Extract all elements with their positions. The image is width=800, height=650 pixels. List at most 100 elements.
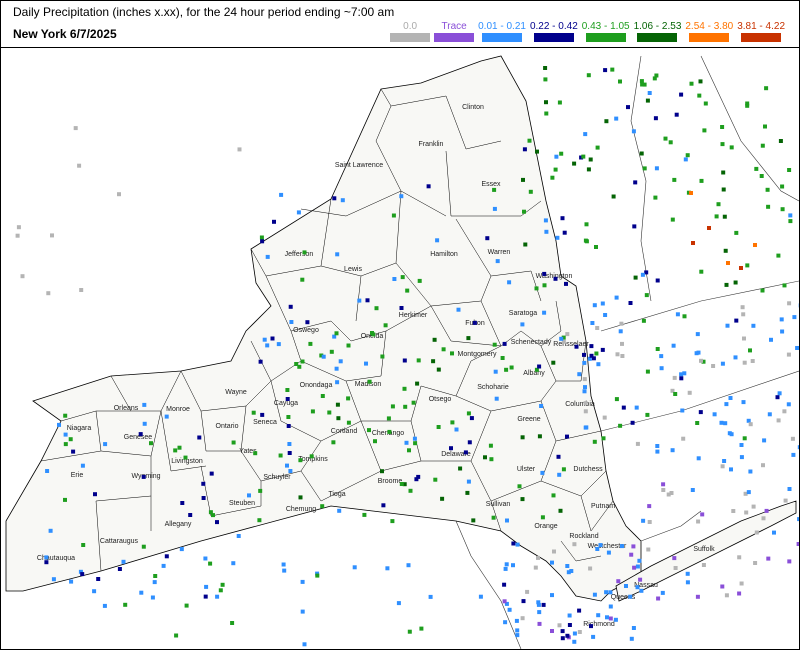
county-label: Lewis	[344, 266, 362, 273]
county-label: Orange	[534, 523, 557, 530]
station-marker	[515, 628, 520, 633]
station-marker	[671, 343, 676, 348]
station-marker	[628, 594, 633, 599]
station-marker	[672, 375, 677, 380]
station-marker	[565, 633, 570, 638]
station-marker	[329, 349, 334, 354]
station-marker	[289, 320, 294, 324]
station-marker	[641, 518, 646, 523]
station-marker	[121, 559, 126, 564]
station-marker	[466, 411, 471, 416]
station-marker	[387, 429, 392, 434]
station-marker	[80, 463, 85, 468]
station-marker	[218, 588, 223, 593]
county-label: Herkimer	[399, 312, 428, 319]
station-marker	[726, 261, 730, 265]
station-marker	[594, 245, 598, 249]
station-marker	[572, 639, 577, 644]
station-marker	[413, 441, 418, 446]
station-marker	[380, 354, 385, 359]
county-label: Onondaga	[300, 382, 333, 389]
station-marker	[592, 303, 597, 308]
station-marker	[543, 218, 548, 223]
station-marker	[488, 443, 493, 448]
station-marker	[656, 596, 661, 601]
station-marker	[553, 167, 558, 172]
station-marker	[753, 561, 758, 565]
county-label: Rensselaer	[553, 341, 589, 348]
station-marker	[285, 388, 290, 392]
station-marker	[535, 149, 539, 154]
station-marker	[728, 396, 733, 400]
station-marker	[153, 574, 158, 578]
station-marker	[93, 492, 97, 497]
station-marker	[685, 580, 690, 585]
station-marker	[787, 487, 792, 491]
station-marker	[780, 329, 785, 334]
legend-swatch	[533, 33, 574, 42]
station-marker	[483, 455, 487, 460]
station-marker	[588, 566, 593, 571]
station-marker	[63, 497, 67, 502]
station-marker	[502, 582, 507, 587]
county-label: Chemung	[286, 506, 316, 513]
station-marker	[742, 360, 747, 365]
station-marker	[367, 379, 372, 384]
county-label: Monroe	[166, 406, 190, 413]
station-marker	[748, 422, 753, 427]
station-marker	[553, 276, 558, 281]
station-marker	[286, 415, 291, 419]
station-marker	[663, 136, 668, 141]
station-marker	[288, 304, 293, 309]
station-marker	[696, 350, 701, 355]
station-marker	[601, 436, 606, 441]
station-marker	[69, 579, 74, 584]
station-marker	[748, 348, 752, 353]
station-marker	[606, 550, 611, 555]
station-marker	[639, 588, 644, 593]
station-marker	[729, 467, 733, 472]
station-marker	[595, 145, 600, 150]
station-marker	[537, 434, 542, 439]
station-marker	[258, 359, 263, 364]
county-label: Broome	[378, 478, 403, 485]
station-marker	[567, 623, 572, 627]
station-marker	[441, 347, 446, 352]
station-marker	[633, 180, 638, 185]
legend-label: Trace	[441, 21, 467, 32]
station-marker	[416, 358, 421, 363]
station-marker	[300, 277, 305, 282]
station-marker	[63, 442, 68, 447]
station-marker	[456, 307, 461, 312]
station-marker	[282, 568, 287, 573]
station-marker	[669, 491, 674, 495]
station-marker	[583, 132, 588, 137]
page-title: Daily Precipitation (inches x.xx), for t…	[13, 5, 395, 19]
station-marker	[287, 451, 292, 455]
station-marker	[335, 402, 340, 407]
station-marker	[637, 558, 642, 563]
station-marker	[655, 278, 660, 283]
station-marker	[654, 166, 659, 171]
county-label: Montgomery	[458, 351, 497, 358]
station-marker	[642, 166, 647, 171]
station-marker	[754, 530, 759, 535]
station-marker	[183, 455, 188, 460]
station-marker	[403, 404, 408, 409]
station-marker	[491, 515, 496, 520]
county-label: Cattaraugus	[100, 538, 139, 545]
state-outline	[5, 55, 642, 602]
station-marker	[503, 620, 508, 625]
station-marker	[407, 629, 412, 634]
station-marker	[428, 594, 433, 599]
station-marker	[769, 337, 773, 342]
station-marker	[321, 354, 326, 359]
station-marker	[262, 337, 267, 342]
station-marker	[396, 601, 401, 606]
station-marker	[745, 263, 750, 268]
station-marker	[502, 599, 507, 604]
station-marker	[698, 79, 703, 84]
station-marker	[92, 589, 97, 594]
station-marker	[670, 217, 675, 222]
station-marker	[734, 230, 739, 235]
